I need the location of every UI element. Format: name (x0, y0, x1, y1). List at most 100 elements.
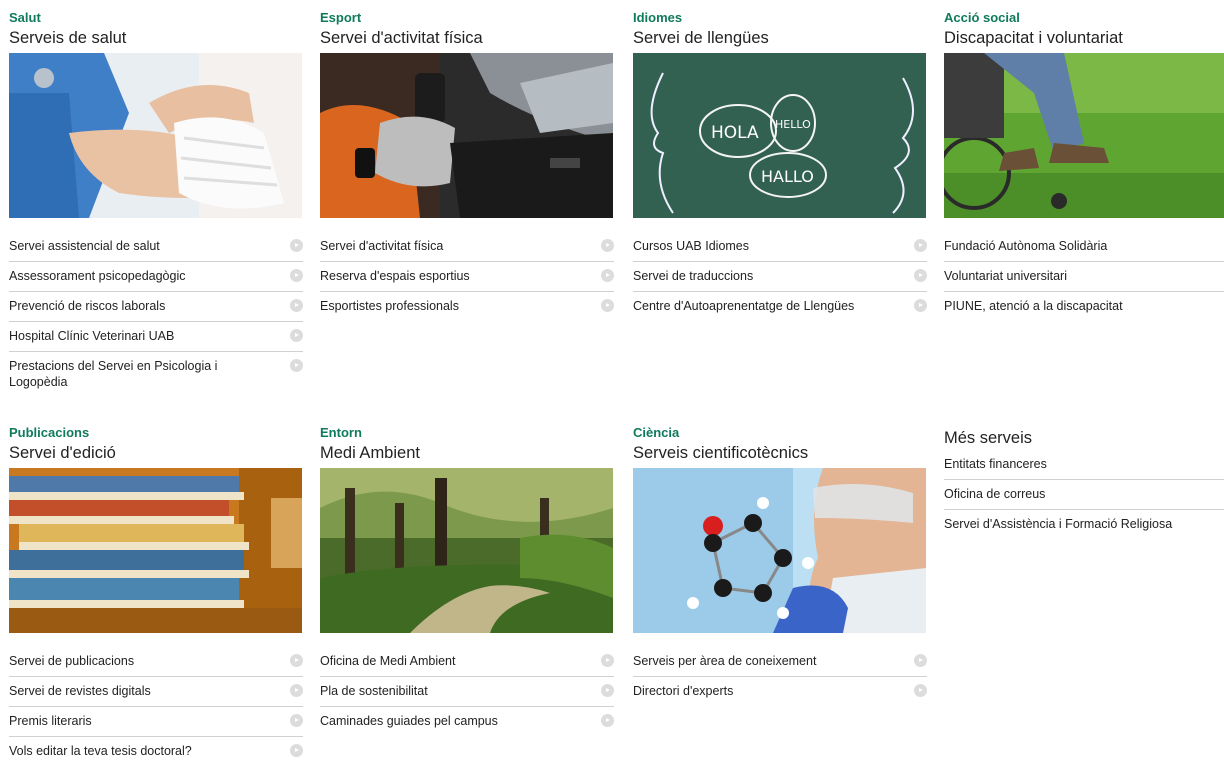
link-text[interactable]: Servei d'activitat física (320, 239, 443, 253)
medical-bandage-image[interactable] (9, 53, 302, 218)
card-title[interactable]: Medi Ambient (320, 443, 614, 465)
category-label: Idiomes (633, 10, 683, 25)
list-item[interactable]: Caminades guiades pel campus (320, 707, 614, 736)
chalk-word: HELLO (775, 118, 811, 131)
list-item[interactable]: Reserva d'espais esportius (320, 262, 614, 292)
arrow-right-icon[interactable] (914, 299, 927, 312)
gym-equipment-image[interactable] (320, 53, 613, 218)
chalkboard-languages-image[interactable]: HOLA HELLO HALLO (633, 53, 926, 218)
link-text[interactable]: Voluntariat universitari (944, 269, 1067, 283)
link-text[interactable]: Servei de revistes digitals (9, 684, 151, 698)
list-item[interactable]: Assessorament psicopedagògic (9, 262, 303, 292)
link-text[interactable]: Fundació Autònoma Solidària (944, 239, 1107, 253)
card-title[interactable]: Discapacitat i voluntariat (944, 28, 1224, 50)
link-text[interactable]: Prevenció de riscos laborals (9, 299, 165, 313)
list-item[interactable]: Serveis per àrea de coneixement (633, 647, 927, 677)
arrow-right-icon[interactable] (290, 239, 303, 252)
list-item[interactable]: Servei de traduccions (633, 262, 927, 292)
list-item[interactable]: Directori d'experts (633, 677, 927, 706)
arrow-right-icon[interactable] (914, 269, 927, 282)
service-card-salut: Salut Serveis de salut Servei assistenci… (9, 10, 303, 397)
arrow-right-icon[interactable] (290, 714, 303, 727)
link-text[interactable]: Hospital Clínic Veterinari UAB (9, 329, 174, 343)
link-text[interactable]: PIUNE, atenció a la discapacitat (944, 299, 1123, 313)
arrow-right-icon[interactable] (290, 744, 303, 757)
link-text[interactable]: Servei assistencial de salut (9, 239, 160, 253)
chalk-word: HALLO (761, 167, 814, 186)
list-item[interactable]: Centre d'Autoaprenentatge de Llengües (633, 292, 927, 321)
link-text[interactable]: Servei d'Assistència i Formació Religios… (944, 517, 1172, 531)
card-title[interactable]: Serveis cientificotècnics (633, 443, 927, 465)
arrow-right-icon[interactable] (601, 239, 614, 252)
list-item[interactable]: Vols editar la teva tesis doctoral? (9, 737, 303, 766)
list-item[interactable]: Hospital Clínic Veterinari UAB (9, 322, 303, 352)
category-label: Entorn (320, 425, 362, 440)
link-text[interactable]: Assessorament psicopedagògic (9, 269, 186, 283)
arrow-right-icon[interactable] (601, 654, 614, 667)
link-text[interactable]: Esportistes professionals (320, 299, 459, 313)
card-title[interactable]: Servei de llengües (633, 28, 927, 50)
link-text[interactable]: Prestacions del Servei en Psicologia i L… (9, 359, 217, 389)
list-item[interactable]: Fundació Autònoma Solidària (944, 232, 1224, 262)
list-item[interactable]: Servei de revistes digitals (9, 677, 303, 707)
arrow-right-icon[interactable] (290, 329, 303, 342)
arrow-right-icon[interactable] (290, 359, 303, 372)
list-item[interactable]: Servei de publicacions (9, 647, 303, 677)
link-text[interactable]: Servei de publicacions (9, 654, 134, 668)
link-list: Servei d'activitat física Reserva d'espa… (320, 232, 614, 321)
arrow-right-icon[interactable] (290, 269, 303, 282)
card-title[interactable]: Servei d'edició (9, 443, 303, 465)
arrow-right-icon[interactable] (290, 299, 303, 312)
arrow-right-icon[interactable] (290, 654, 303, 667)
arrow-right-icon[interactable] (914, 684, 927, 697)
arrow-right-icon[interactable] (601, 299, 614, 312)
link-list: Serveis per àrea de coneixement Director… (633, 647, 927, 706)
link-text[interactable]: Premis literaris (9, 714, 92, 728)
more-services-title: Més serveis (944, 429, 1033, 447)
list-item[interactable]: PIUNE, atenció a la discapacitat (944, 292, 1224, 321)
services-grid: Salut Serveis de salut Servei assistenci… (0, 0, 1224, 761)
list-item[interactable]: Oficina de Medi Ambient (320, 647, 614, 677)
link-text[interactable]: Oficina de Medi Ambient (320, 654, 456, 668)
link-text[interactable]: Oficina de correus (944, 487, 1045, 501)
list-item[interactable]: Servei d'Assistència i Formació Religios… (944, 510, 1224, 539)
card-title[interactable]: Servei d'activitat física (320, 28, 614, 50)
arrow-right-icon[interactable] (914, 654, 927, 667)
books-stack-image[interactable] (9, 468, 302, 633)
list-item[interactable]: Servei d'activitat física (320, 232, 614, 262)
arrow-right-icon[interactable] (290, 684, 303, 697)
list-item[interactable]: Prevenció de riscos laborals (9, 292, 303, 322)
wheelchair-image[interactable] (944, 53, 1224, 218)
category-label: Ciència (633, 425, 680, 440)
arrow-right-icon[interactable] (601, 684, 614, 697)
link-text[interactable]: Servei de traduccions (633, 269, 753, 283)
list-item[interactable]: Pla de sostenibilitat (320, 677, 614, 707)
link-text[interactable]: Vols editar la teva tesis doctoral? (9, 744, 192, 758)
list-item[interactable]: Prestacions del Servei en Psicologia i L… (9, 352, 303, 397)
link-list: Entitats financeres Oficina de correus S… (944, 450, 1224, 539)
link-list: Cursos UAB Idiomes Servei de traduccions… (633, 232, 927, 321)
link-text[interactable]: Directori d'experts (633, 684, 733, 698)
card-title[interactable]: Serveis de salut (9, 28, 303, 50)
link-text[interactable]: Cursos UAB Idiomes (633, 239, 749, 253)
arrow-right-icon[interactable] (914, 239, 927, 252)
link-text[interactable]: Pla de sostenibilitat (320, 684, 428, 698)
list-item[interactable]: Esportistes professionals (320, 292, 614, 321)
link-text[interactable]: Centre d'Autoaprenentatge de Llengües (633, 299, 854, 313)
link-text[interactable]: Entitats financeres (944, 457, 1047, 471)
list-item[interactable]: Cursos UAB Idiomes (633, 232, 927, 262)
list-item[interactable]: Oficina de correus (944, 480, 1224, 510)
list-item[interactable]: Premis literaris (9, 707, 303, 737)
link-text[interactable]: Reserva d'espais esportius (320, 269, 470, 283)
link-text[interactable]: Serveis per àrea de coneixement (633, 654, 816, 668)
service-card-esport: Esport Servei d'activitat física Servei … (320, 10, 614, 321)
list-item[interactable]: Servei assistencial de salut (9, 232, 303, 262)
link-text[interactable]: Caminades guiades pel campus (320, 714, 498, 728)
forest-path-image[interactable] (320, 468, 613, 633)
arrow-right-icon[interactable] (601, 714, 614, 727)
list-item[interactable]: Voluntariat universitari (944, 262, 1224, 292)
list-item[interactable]: Entitats financeres (944, 450, 1224, 480)
scientist-molecule-image[interactable] (633, 468, 926, 633)
service-card-idiomes: Idiomes Servei de llengües HOLA HELLO HA… (633, 10, 927, 321)
arrow-right-icon[interactable] (601, 269, 614, 282)
